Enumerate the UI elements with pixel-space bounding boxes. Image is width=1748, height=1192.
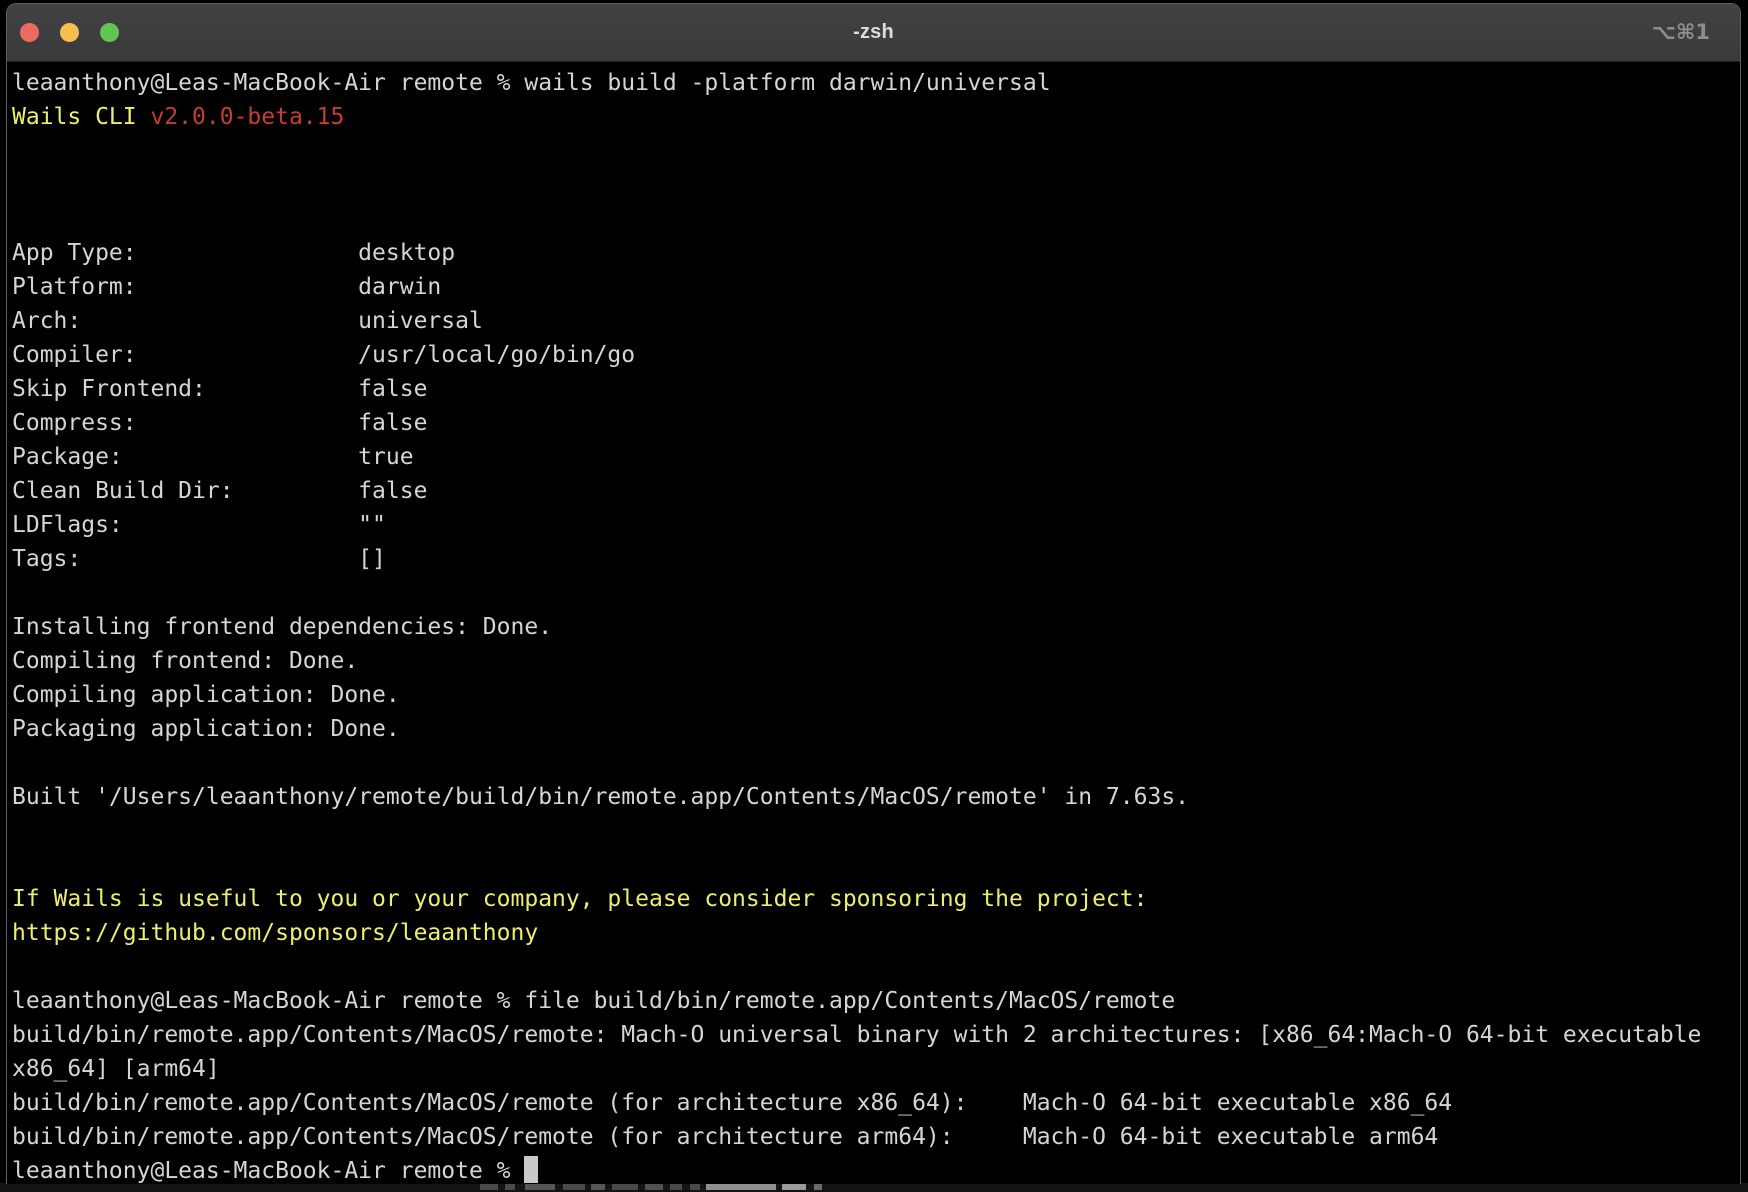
- terminal-line: [12, 950, 1740, 984]
- obscured-text-fragment: [814, 1184, 822, 1190]
- terminal-text: x86_64] [arm64]: [12, 1056, 220, 1082]
- terminal-text: Compress: false: [12, 410, 427, 436]
- terminal-line: Compiler: /usr/local/go/bin/go: [12, 338, 1740, 372]
- obscured-text-fragment: [480, 1184, 498, 1190]
- obscured-text-fragment: [645, 1184, 663, 1190]
- obscured-text-fragment: [690, 1184, 700, 1190]
- terminal-text: App Type: desktop: [12, 240, 455, 266]
- sponsor-link[interactable]: https://github.com/sponsors/leaanthony: [12, 920, 538, 946]
- terminal-text: Compiling frontend: Done.: [12, 648, 358, 674]
- terminal-line: Arch: universal: [12, 304, 1740, 338]
- terminal-line: build/bin/remote.app/Contents/MacOS/remo…: [12, 1086, 1740, 1120]
- terminal-text: Packaging application: Done.: [12, 716, 400, 742]
- obscured-text-fragment: [505, 1184, 515, 1190]
- terminal-text: leaanthony@Leas-MacBook-Air remote % fil…: [12, 988, 1175, 1014]
- terminal-text: Compiler: /usr/local/go/bin/go: [12, 342, 635, 368]
- terminal-text: Built '/Users/leaanthony/remote/build/bi…: [12, 784, 1189, 810]
- terminal-text: Platform: darwin: [12, 274, 441, 300]
- terminal-window: -zsh ⌥⌘1 leaanthony@Leas-MacBook-Air rem…: [6, 3, 1741, 1184]
- window-title: -zsh: [7, 21, 1740, 44]
- terminal-line: Compiling frontend: Done.: [12, 644, 1740, 678]
- window-shortcut-badge: ⌥⌘1: [1652, 20, 1710, 44]
- terminal-line: [12, 576, 1740, 610]
- terminal-line: [12, 746, 1740, 780]
- terminal-text: build/bin/remote.app/Contents/MacOS/remo…: [12, 1090, 1452, 1116]
- terminal-text: Compiling application: Done.: [12, 682, 400, 708]
- terminal-text: Wails CLI: [12, 104, 150, 130]
- terminal-line: build/bin/remote.app/Contents/MacOS/remo…: [12, 1120, 1740, 1154]
- traffic-lights: [7, 23, 119, 42]
- terminal-output[interactable]: leaanthony@Leas-MacBook-Air remote % wai…: [7, 62, 1740, 1184]
- terminal-text: v2.0.0-beta.15: [150, 104, 344, 130]
- terminal-line: Wails CLI v2.0.0-beta.15: [12, 100, 1740, 134]
- terminal-line: Clean Build Dir: false: [12, 474, 1740, 508]
- terminal-line: App Type: desktop: [12, 236, 1740, 270]
- terminal-line: Installing frontend dependencies: Done.: [12, 610, 1740, 644]
- terminal-line: leaanthony@Leas-MacBook-Air remote % fil…: [12, 984, 1740, 1018]
- terminal-line: leaanthony@Leas-MacBook-Air remote % wai…: [12, 66, 1740, 100]
- obscured-text-fragment: [612, 1184, 638, 1190]
- terminal-text: build/bin/remote.app/Contents/MacOS/remo…: [12, 1124, 1438, 1150]
- terminal-line: [12, 814, 1740, 848]
- terminal-text: Installing frontend dependencies: Done.: [12, 614, 552, 640]
- terminal-text: Arch: universal: [12, 308, 483, 334]
- terminal-line: [12, 202, 1740, 236]
- window-titlebar[interactable]: -zsh ⌥⌘1: [7, 4, 1740, 62]
- minimize-button[interactable]: [60, 23, 79, 42]
- terminal-line: Compress: false: [12, 406, 1740, 440]
- background-window-sliver: [0, 1183, 1748, 1192]
- terminal-line: Compiling application: Done.: [12, 678, 1740, 712]
- terminal-text: leaanthony@Leas-MacBook-Air remote % wai…: [12, 70, 1051, 96]
- terminal-line: Built '/Users/leaanthony/remote/build/bi…: [12, 780, 1740, 814]
- obscured-text-fragment: [591, 1184, 605, 1190]
- terminal-text: LDFlags: "": [12, 512, 386, 538]
- obscured-text-fragment: [525, 1184, 555, 1190]
- obscured-text-fragment: [563, 1184, 585, 1190]
- terminal-text: Tags: []: [12, 546, 386, 572]
- terminal-line: leaanthony@Leas-MacBook-Air remote %: [12, 1154, 1740, 1184]
- terminal-line: x86_64] [arm64]: [12, 1052, 1740, 1086]
- terminal-line: LDFlags: "": [12, 508, 1740, 542]
- terminal-line: [12, 848, 1740, 882]
- terminal-line: Skip Frontend: false: [12, 372, 1740, 406]
- obscured-text-fragment: [670, 1184, 682, 1190]
- terminal-line: https://github.com/sponsors/leaanthony: [12, 916, 1740, 950]
- terminal-line: build/bin/remote.app/Contents/MacOS/remo…: [12, 1018, 1740, 1052]
- terminal-text: If Wails is useful to you or your compan…: [12, 886, 1147, 912]
- terminal-line: Tags: []: [12, 542, 1740, 576]
- terminal-line: If Wails is useful to you or your compan…: [12, 882, 1740, 916]
- obscured-text-fragment: [782, 1184, 806, 1190]
- terminal-line: Package: true: [12, 440, 1740, 474]
- terminal-cursor: [524, 1156, 538, 1183]
- terminal-text: leaanthony@Leas-MacBook-Air remote %: [12, 1158, 524, 1184]
- terminal-line: [12, 168, 1740, 202]
- terminal-line: Platform: darwin: [12, 270, 1740, 304]
- terminal-text: build/bin/remote.app/Contents/MacOS/remo…: [12, 1022, 1701, 1048]
- terminal-line: Packaging application: Done.: [12, 712, 1740, 746]
- close-button[interactable]: [20, 23, 39, 42]
- terminal-text: Skip Frontend: false: [12, 376, 427, 402]
- terminal-text: Clean Build Dir: false: [12, 478, 427, 504]
- obscured-text-fragment: [706, 1184, 776, 1190]
- desktop-background: { "window": { "title": "-zsh", "shortcut…: [0, 0, 1748, 1192]
- terminal-text: Package: true: [12, 444, 414, 470]
- terminal-line: [12, 134, 1740, 168]
- zoom-button[interactable]: [100, 23, 119, 42]
